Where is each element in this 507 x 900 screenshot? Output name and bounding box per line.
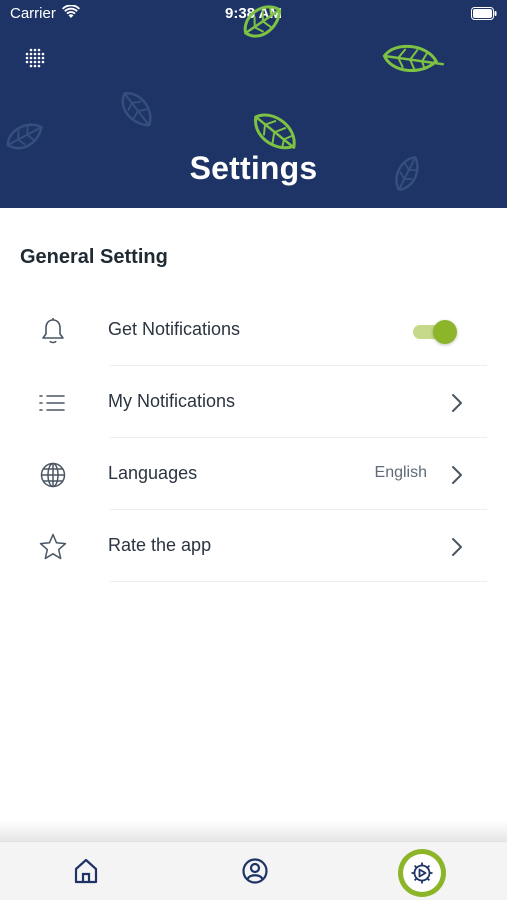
header: Carrier 9:38 AM Settings xyxy=(0,0,507,208)
row-label: My Notifications xyxy=(108,391,236,411)
row-divider xyxy=(110,581,487,582)
chevron-right-icon xyxy=(452,538,462,556)
tab-settings[interactable] xyxy=(398,849,446,897)
tabbar-shadow xyxy=(0,820,507,842)
settings-gear-icon xyxy=(411,862,433,884)
leaf-icon xyxy=(243,5,282,38)
bell-icon xyxy=(42,318,64,344)
settings-row-languages[interactable]: Languages English xyxy=(0,438,507,510)
row-label: Get Notifications xyxy=(108,319,241,339)
settings-row-get-notifications[interactable]: Get Notifications xyxy=(0,294,507,366)
home-icon xyxy=(74,858,98,884)
profile-icon xyxy=(242,858,268,884)
leaf-icon xyxy=(382,44,445,73)
toggle-knob xyxy=(433,320,457,344)
settings-row-my-notifications[interactable]: My Notifications xyxy=(0,366,507,438)
tab-profile[interactable] xyxy=(234,852,274,892)
star-icon xyxy=(39,533,67,560)
chevron-right-icon xyxy=(452,394,462,412)
tab-bar xyxy=(0,841,507,900)
section-title: General Setting xyxy=(20,246,168,268)
tab-settings-inner xyxy=(403,854,441,892)
list-icon xyxy=(39,395,65,411)
language-value: English xyxy=(374,464,427,481)
page-title: Settings xyxy=(189,150,318,186)
tab-home[interactable] xyxy=(66,852,106,892)
dots-grid-icon[interactable] xyxy=(22,46,48,72)
leaf-icon xyxy=(121,92,152,127)
battery-icon xyxy=(471,7,497,20)
chevron-right-icon xyxy=(452,466,462,484)
row-label: Rate the app xyxy=(108,535,212,555)
row-label: Languages xyxy=(108,463,198,483)
globe-icon xyxy=(40,462,66,488)
settings-row-rate-app[interactable]: Rate the app xyxy=(0,510,507,582)
notifications-toggle[interactable] xyxy=(413,319,459,344)
